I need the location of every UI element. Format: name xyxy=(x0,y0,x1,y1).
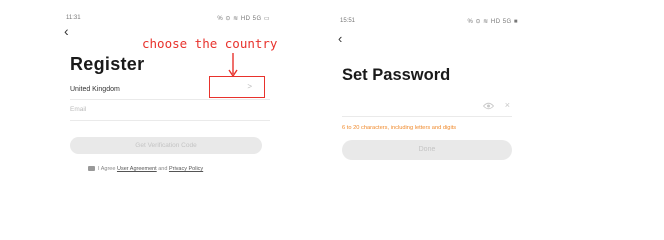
password-field[interactable]: × xyxy=(342,97,512,117)
chevron-left-icon: ‹ xyxy=(338,31,343,46)
agree-prefix: I Agree xyxy=(98,166,117,172)
agree-checkbox[interactable] xyxy=(88,166,95,172)
get-verification-code-button[interactable]: Get Verification Code xyxy=(70,137,262,154)
agreement-row: I Agree User Agreement and Privacy Polic… xyxy=(88,166,203,172)
status-time: 15:51 xyxy=(340,18,356,24)
privacy-policy-link[interactable]: Privacy Policy xyxy=(169,166,203,172)
page-title: Register xyxy=(70,54,145,74)
annotation-highlight-box: > xyxy=(209,76,265,98)
set-password-screen: 15:51 % ⊙ ≋ HD 5G ■ ‹ Set Password × 6 t… xyxy=(330,6,526,186)
status-bar: 15:51 % ⊙ ≋ HD 5G ■ xyxy=(340,18,518,28)
status-time: 11:31 xyxy=(66,15,81,21)
email-field[interactable]: Email xyxy=(70,103,270,121)
eye-icon[interactable] xyxy=(483,102,494,110)
password-hint: 6 to 20 characters, including letters an… xyxy=(342,125,457,131)
agree-connector: and xyxy=(156,166,169,172)
chevron-right-icon[interactable]: > xyxy=(247,82,252,91)
back-button[interactable]: ‹ xyxy=(64,24,69,38)
status-icons: % ⊙ ≋ HD 5G ▭ xyxy=(217,16,270,22)
email-placeholder: Email xyxy=(70,106,87,113)
status-bar: 11:31 % ⊙ ≋ HD 5G ▭ xyxy=(66,15,270,25)
chevron-left-icon: ‹ xyxy=(64,23,69,39)
register-screen: 11:31 % ⊙ ≋ HD 5G ▭ ‹ choose the country… xyxy=(58,8,278,196)
status-icons: % ⊙ ≋ HD 5G ■ xyxy=(467,19,518,25)
user-agreement-link[interactable]: User Agreement xyxy=(117,166,157,172)
done-button[interactable]: Done xyxy=(342,140,512,160)
country-value: United Kingdom xyxy=(70,86,120,93)
back-button[interactable]: ‹ xyxy=(338,32,342,45)
annotation-text: choose the country xyxy=(142,36,278,51)
clear-icon[interactable]: × xyxy=(505,100,510,110)
page-title: Set Password xyxy=(342,66,451,84)
